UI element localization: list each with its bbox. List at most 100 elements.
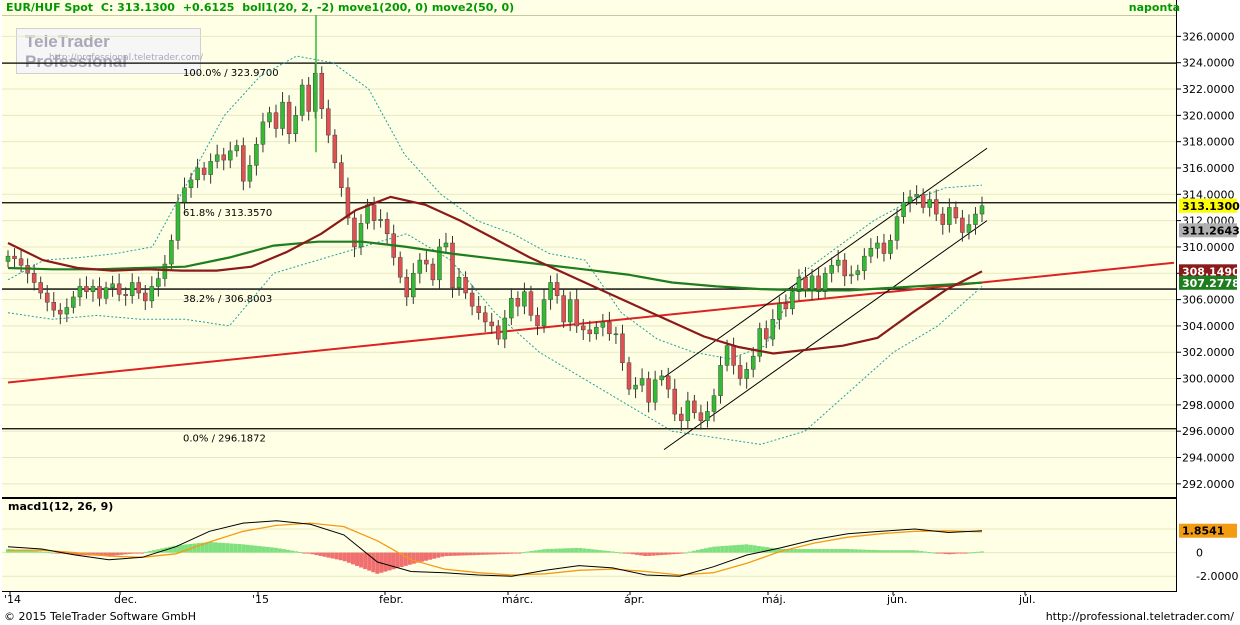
macd-histogram-bar bbox=[602, 550, 607, 553]
macd-histogram-bar bbox=[131, 552, 136, 554]
macd-histogram-bar bbox=[139, 552, 144, 554]
macd-chart[interactable]: 2.00000-2.00001.8541 bbox=[0, 0, 1240, 625]
macd-histogram-bar bbox=[655, 552, 660, 556]
macd-histogram-bar bbox=[902, 550, 907, 553]
macd-histogram-bar bbox=[801, 549, 806, 553]
macd-histogram-bar bbox=[448, 552, 453, 556]
macd-histogram-bar bbox=[626, 552, 631, 554]
macd-histogram-bar bbox=[675, 552, 680, 554]
macd-histogram-bar bbox=[842, 549, 847, 553]
macd-histogram-bar bbox=[359, 552, 364, 568]
macd-histogram-bar bbox=[947, 552, 952, 555]
macd-histogram-bar bbox=[570, 548, 575, 553]
macd-histogram-bar bbox=[825, 549, 830, 553]
macd-histogram-bar bbox=[269, 547, 274, 553]
macd-histogram-bar bbox=[281, 549, 286, 553]
macd-histogram-bar bbox=[748, 544, 753, 553]
macd-histogram-bar bbox=[111, 552, 116, 556]
macd-histogram-bar bbox=[695, 549, 700, 553]
macd-histogram-bar bbox=[46, 552, 51, 554]
footer-url[interactable]: http://professional.teletrader.com/ bbox=[1046, 610, 1234, 623]
macd-histogram-bar bbox=[127, 552, 132, 554]
macd-histogram-bar bbox=[310, 552, 315, 555]
macd-histogram-bar bbox=[135, 552, 140, 554]
macd-histogram-bar bbox=[261, 546, 266, 553]
macd-histogram-bar bbox=[217, 542, 222, 553]
macd-histogram-bar bbox=[497, 552, 502, 555]
macd-histogram-bar bbox=[184, 544, 189, 553]
macd-histogram-bar bbox=[963, 552, 968, 554]
macd-histogram-bar bbox=[683, 552, 688, 554]
macd-histogram-bar bbox=[460, 552, 465, 556]
macd-histogram-bar bbox=[610, 551, 615, 553]
macd-histogram-bar bbox=[371, 552, 376, 573]
copyright-text: © 2015 TeleTrader Software GmbH bbox=[4, 610, 197, 623]
macd-histogram-bar bbox=[493, 552, 497, 555]
macd-histogram-bar bbox=[346, 552, 351, 563]
macd-histogram-bar bbox=[509, 552, 514, 554]
macd-histogram-bar bbox=[886, 550, 891, 553]
macd-histogram-bar bbox=[212, 542, 217, 553]
macd-histogram-bar bbox=[874, 550, 879, 553]
macd-histogram-bar bbox=[488, 552, 493, 555]
macd-histogram-bar bbox=[931, 552, 936, 554]
macd-histogram-bar bbox=[578, 548, 583, 553]
macd-histogram-bar bbox=[736, 544, 741, 553]
macd-histogram-bar bbox=[115, 552, 120, 556]
macd-histogram-bar bbox=[574, 547, 579, 553]
macd-histogram-bar bbox=[363, 552, 368, 570]
macd-histogram-bar bbox=[606, 550, 611, 553]
macd-histogram-bar bbox=[663, 552, 668, 555]
macd-histogram-bar bbox=[549, 548, 554, 553]
macd-histogram-bar bbox=[586, 548, 591, 553]
macd-histogram-bar bbox=[468, 552, 473, 556]
macd-histogram-bar bbox=[846, 549, 851, 553]
macd-histogram-bar bbox=[980, 551, 984, 553]
macd-histogram-bar bbox=[229, 543, 234, 553]
macd-histogram-bar bbox=[582, 548, 587, 553]
macd-histogram-bar bbox=[42, 551, 47, 553]
macd-histogram-bar bbox=[618, 552, 623, 554]
macd-histogram-bar bbox=[712, 546, 717, 553]
macd-histogram-bar bbox=[744, 544, 749, 553]
macd-histogram-bar bbox=[383, 552, 388, 572]
macd-histogram-bar bbox=[54, 552, 59, 554]
macd-histogram-bar bbox=[679, 552, 684, 554]
macd-histogram-bar bbox=[148, 550, 153, 553]
macd-histogram-bar bbox=[277, 548, 282, 553]
macd-histogram-bar bbox=[553, 548, 558, 553]
macd-histogram-bar bbox=[943, 552, 948, 554]
macd-histogram-bar bbox=[350, 552, 355, 565]
macd-histogram-bar bbox=[752, 545, 757, 553]
macd-histogram-bar bbox=[342, 552, 347, 562]
macd-histogram-bar bbox=[837, 549, 842, 553]
macd-histogram-bar bbox=[30, 550, 35, 553]
macd-histogram-bar bbox=[501, 552, 506, 555]
macd-histogram-bar bbox=[614, 552, 619, 553]
macd-histogram-bar bbox=[387, 552, 392, 571]
macd-histogram-bar bbox=[225, 543, 230, 553]
macd-histogram-bar bbox=[436, 552, 441, 558]
macd-histogram-bar bbox=[411, 552, 416, 564]
macd-histogram-bar bbox=[740, 544, 745, 553]
macd-histogram-bar bbox=[440, 552, 445, 557]
macd-histogram-bar bbox=[525, 551, 530, 553]
macd-histogram-bar bbox=[687, 551, 692, 553]
macd-histogram-bar bbox=[659, 552, 664, 556]
macd-histogram-bar bbox=[975, 551, 980, 553]
macd-histogram-bar bbox=[517, 552, 522, 554]
macd-histogram-bar bbox=[927, 552, 932, 554]
macd-histogram-bar bbox=[594, 549, 599, 553]
macd-histogram-bar bbox=[764, 547, 769, 553]
macd-histogram-bar bbox=[123, 552, 128, 555]
macd-y-tick-label: 0 bbox=[1196, 547, 1203, 560]
macd-histogram-bar bbox=[265, 546, 270, 553]
macd-histogram-bar bbox=[273, 547, 278, 553]
macd-histogram-bar bbox=[854, 549, 859, 553]
macd-histogram-bar bbox=[143, 551, 148, 553]
macd-histogram-bar bbox=[894, 550, 899, 553]
macd-histogram-bar bbox=[829, 549, 834, 553]
macd-histogram-bar bbox=[505, 552, 510, 554]
macd-histogram-bar bbox=[245, 544, 250, 553]
macd-histogram-bar bbox=[971, 552, 976, 554]
